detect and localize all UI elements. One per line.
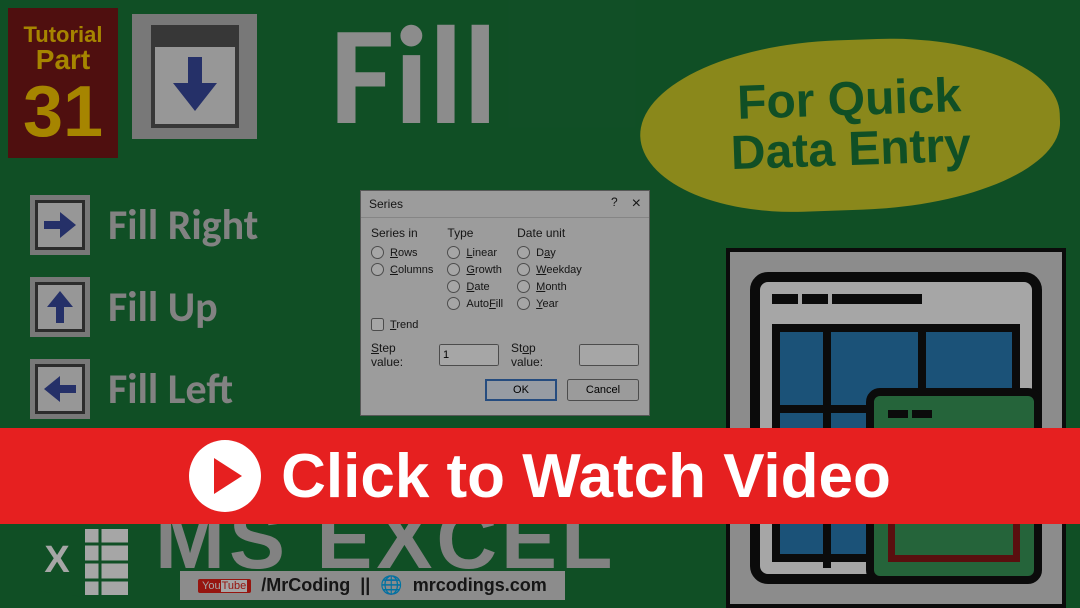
help-button[interactable]: ? — [611, 195, 618, 213]
month-radio[interactable]: Month — [517, 280, 582, 293]
fill-left-option: Fill Left — [30, 359, 258, 419]
linear-radio[interactable]: Linear — [447, 246, 503, 259]
fill-right-icon — [30, 195, 90, 255]
date-unit-head: Date unit — [517, 226, 582, 240]
rows-radio[interactable]: Rows — [371, 246, 433, 259]
date-radio[interactable]: Date — [447, 280, 503, 293]
day-radio[interactable]: Day — [517, 246, 582, 259]
autofill-radio[interactable]: AutoFill — [447, 297, 503, 310]
dialog-title: Series — [369, 197, 403, 211]
youtube-icon: YouTube — [198, 579, 251, 593]
ok-button[interactable]: OK — [485, 379, 557, 401]
fill-up-icon — [30, 277, 90, 337]
svg-text:X: X — [44, 539, 70, 581]
series-dialog: Series ? × Series in Rows Columns Type L… — [360, 190, 650, 416]
subtitle-blob: For Quick Data Entry — [637, 33, 1063, 218]
arrow-right-icon — [44, 212, 76, 238]
fill-up-option: Fill Up — [30, 277, 258, 337]
trend-checkbox[interactable]: Trend — [371, 318, 639, 331]
youtube-channel: /MrCoding — [261, 575, 350, 596]
watch-video-banner[interactable]: Click to Watch Video — [0, 428, 1080, 524]
globe-icon: 🌐 — [380, 575, 402, 596]
date-unit-group: Date unit Day Weekday Month Year — [517, 226, 582, 310]
close-button[interactable]: × — [632, 195, 641, 213]
series-in-group: Series in Rows Columns — [371, 226, 433, 310]
arrow-left-icon — [44, 376, 76, 402]
fill-up-label: Fill Up — [108, 282, 218, 333]
stop-value-input[interactable] — [579, 344, 639, 366]
step-label: Step value: — [371, 341, 427, 369]
fill-options-list: Fill Right Fill Up Fill Left — [30, 195, 258, 419]
tutorial-badge: Tutorial Part 31 — [8, 8, 118, 158]
fill-icon — [132, 14, 257, 139]
arrow-up-icon — [47, 291, 73, 323]
growth-radio[interactable]: Growth — [447, 263, 503, 276]
type-head: Type — [447, 226, 503, 240]
series-in-head: Series in — [371, 226, 433, 240]
cancel-button[interactable]: Cancel — [567, 379, 639, 401]
step-value-input[interactable] — [439, 344, 499, 366]
fill-right-option: Fill Right — [30, 195, 258, 255]
fill-left-label: Fill Left — [108, 364, 233, 415]
excel-icon: X — [30, 522, 140, 602]
blob-line2: Data Entry — [730, 121, 972, 180]
separator: || — [360, 575, 370, 596]
arrow-down-icon — [173, 57, 217, 111]
columns-radio[interactable]: Columns — [371, 263, 433, 276]
weekday-radio[interactable]: Weekday — [517, 263, 582, 276]
credits-bar: YouTube /MrCoding || 🌐 mrcodings.com — [180, 571, 565, 600]
badge-number: 31 — [23, 82, 103, 143]
stop-label: Stop value: — [511, 341, 567, 369]
type-group: Type Linear Growth Date AutoFill — [447, 226, 503, 310]
fill-right-label: Fill Right — [108, 200, 258, 251]
fill-left-icon — [30, 359, 90, 419]
play-icon — [189, 440, 261, 512]
page-title: Fill — [330, 0, 497, 161]
website: mrcodings.com — [413, 575, 547, 596]
cta-text: Click to Watch Video — [281, 441, 891, 512]
year-radio[interactable]: Year — [517, 297, 582, 310]
